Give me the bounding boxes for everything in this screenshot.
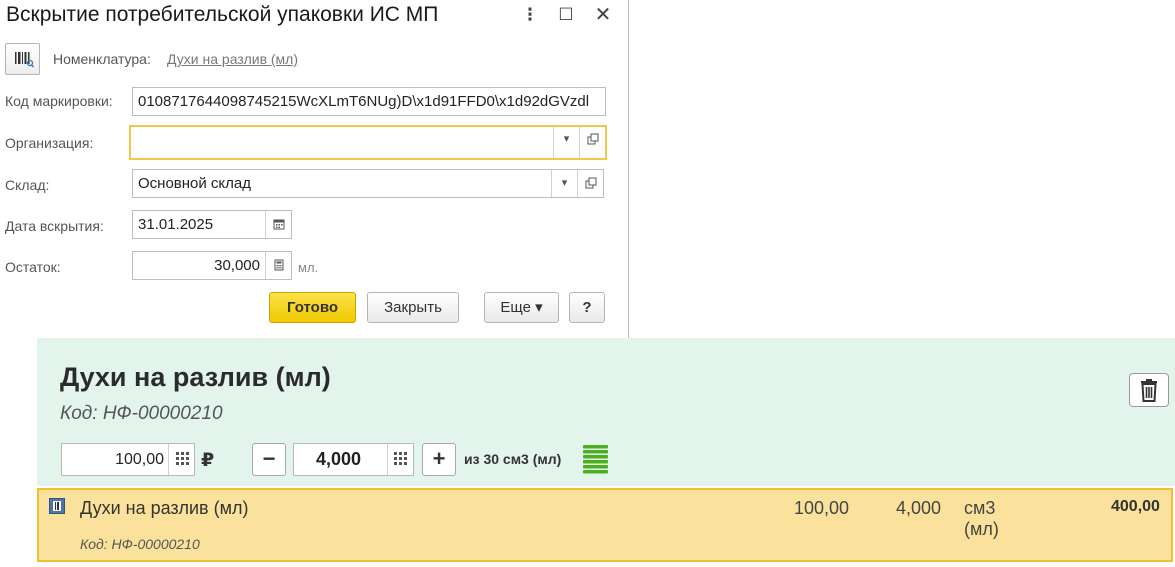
chevron-down-icon: ▾ [563, 133, 570, 145]
nomenclature-label: Номенклатура: [53, 51, 151, 67]
row-quantity: 4,000 [896, 498, 942, 518]
calculator-icon [274, 259, 283, 271]
marking-code-field[interactable]: 010871764409874521​5WcXLmT6NUg)D\x1d91FF… [132, 87, 606, 116]
calculator-button[interactable] [265, 252, 291, 279]
maximize-icon[interactable]: ☐ [555, 4, 577, 26]
marking-code-value: 010871764409874521​5WcXLmT6NUg)D\x1d91FF… [138, 93, 590, 110]
product-title: Духи на разлив (мл) [60, 362, 331, 392]
increase-button[interactable]: + [422, 443, 456, 476]
calendar-button[interactable] [265, 211, 291, 238]
warehouse-label: Склад: [5, 177, 50, 193]
row-price: 100,00 [794, 498, 850, 518]
barcode-scan-button[interactable] [5, 43, 40, 75]
calendar-icon [273, 219, 284, 230]
warehouse-dropdown-button[interactable]: ▾ [551, 170, 577, 197]
barcode-icon [15, 52, 35, 68]
warehouse-open-button[interactable] [577, 170, 603, 197]
close-button[interactable]: Закрыть [367, 292, 459, 323]
more-button[interactable]: Еще ▾ [484, 292, 559, 323]
marking-code-label: Код маркировки: [5, 93, 113, 109]
open-date-label: Дата вскрытия: [5, 218, 104, 234]
stock-level-icon [582, 443, 609, 475]
open-window-icon [587, 133, 598, 145]
organization-label: Организация: [5, 135, 94, 151]
currency-sign: ₽ [201, 450, 215, 471]
nomenclature-link[interactable]: Духи на разлив (мл) [167, 51, 298, 67]
price-value: 100,00 [115, 451, 164, 468]
remainder-label: Остаток: [5, 259, 61, 275]
decrease-button[interactable]: − [252, 443, 286, 476]
chevron-down-icon: ▾ [561, 177, 568, 189]
more-options-icon[interactable]: ⋮ [519, 4, 541, 26]
row-sum: 400,00 [1111, 498, 1160, 515]
warehouse-value: Основной склад [138, 175, 252, 192]
available-quantity-text: из 30 см3 (мл) [464, 451, 562, 467]
remainder-units: мл. [298, 260, 319, 275]
row-unit: см3 (мл) [964, 498, 999, 539]
product-code: Код: НФ-00000210 [60, 403, 223, 424]
done-button[interactable]: Готово [269, 292, 356, 323]
delete-button[interactable] [1129, 373, 1169, 407]
organization-dropdown-button[interactable]: ▾ [553, 127, 579, 158]
marked-item-icon [49, 498, 65, 514]
quantity-keypad-button[interactable] [387, 444, 413, 475]
remainder-field[interactable]: 30,000 [132, 251, 292, 280]
remainder-value: 30,000 [214, 257, 260, 274]
open-date-field[interactable]: 31.01.2025 [132, 210, 292, 239]
open-window-icon [585, 177, 596, 189]
dialog-title: Вскрытие потребительской упаковки ИС МП [6, 3, 439, 26]
keypad-icon [176, 452, 189, 465]
close-icon[interactable]: ✕ [592, 4, 614, 26]
warehouse-field[interactable]: Основной склад ▾ [132, 169, 604, 198]
price-keypad-button[interactable] [168, 444, 194, 475]
opening-dialog: Вскрытие потребительской упаковки ИС МП … [0, 0, 629, 338]
trash-icon [1141, 379, 1157, 402]
organization-open-button[interactable] [579, 127, 605, 158]
quantity-value: 4,000 [315, 449, 361, 469]
help-button[interactable]: ? [569, 292, 605, 323]
quantity-input[interactable]: 4,000 [293, 443, 414, 476]
row-product-code: Код: НФ-00000210 [80, 536, 200, 552]
keypad-icon [394, 452, 407, 465]
open-date-value: 31.01.2025 [138, 216, 214, 233]
price-input[interactable]: 100,00 [61, 443, 195, 476]
row-product-name: Духи на разлив (мл) [80, 498, 249, 518]
organization-field[interactable]: ▾ [129, 125, 607, 160]
